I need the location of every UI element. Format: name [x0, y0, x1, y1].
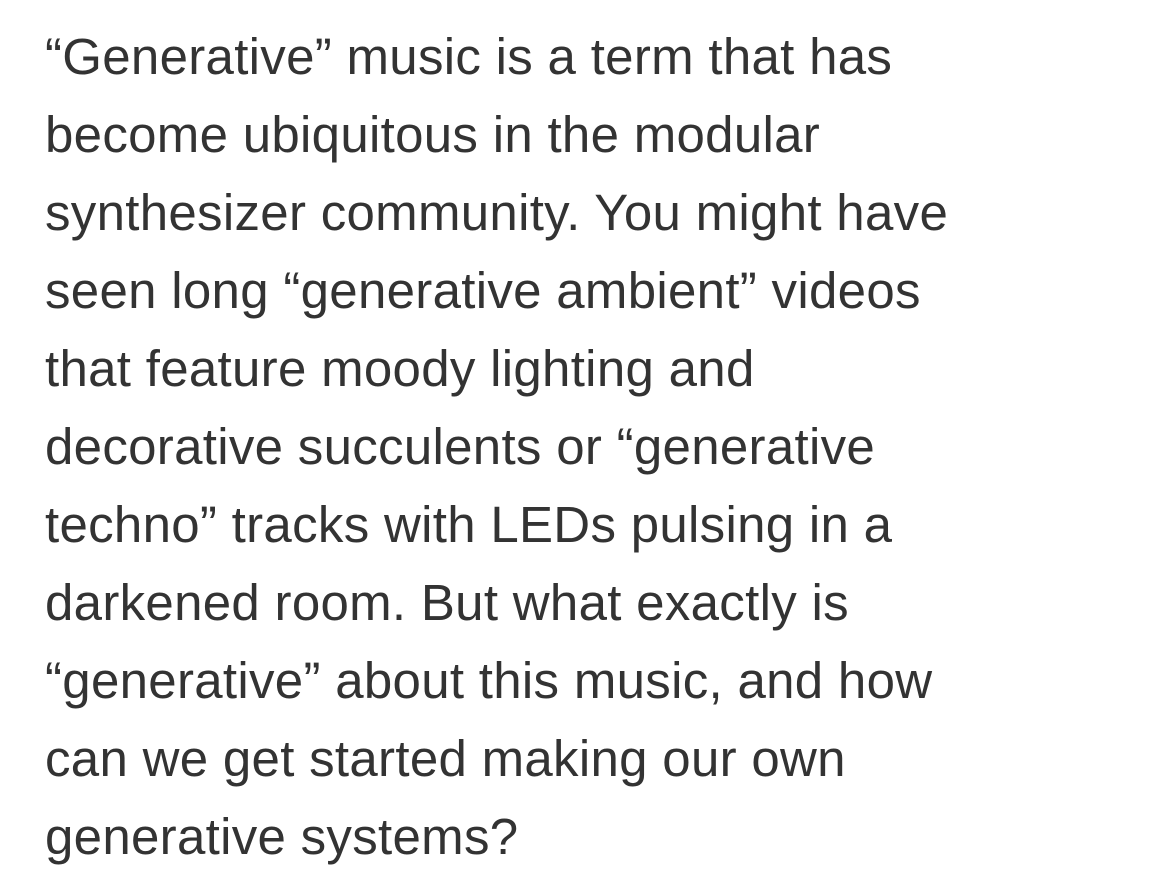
paragraph-line: become ubiquitous in the modular: [45, 106, 821, 163]
paragraph-line: seen long “generative ambient” videos: [45, 262, 921, 319]
paragraph-line: synthesizer community. You might have: [45, 184, 949, 241]
paragraph-line: generative systems?: [45, 808, 519, 865]
paragraph-line: that feature moody lighting and: [45, 340, 755, 397]
paragraph-line: techno” tracks with LEDs pulsing in a: [45, 496, 893, 553]
paragraph-line: decorative succulents or “generative: [45, 418, 876, 475]
paragraph-line: darkened room. But what exactly is: [45, 574, 849, 631]
article-paragraph: “Generative” music is a term that has be…: [0, 0, 1170, 890]
paragraph-line: can we get started making our own: [45, 730, 846, 787]
paragraph-line: “generative” about this music, and how: [45, 652, 933, 709]
paragraph-line: “Generative” music is a term that has: [45, 28, 893, 85]
